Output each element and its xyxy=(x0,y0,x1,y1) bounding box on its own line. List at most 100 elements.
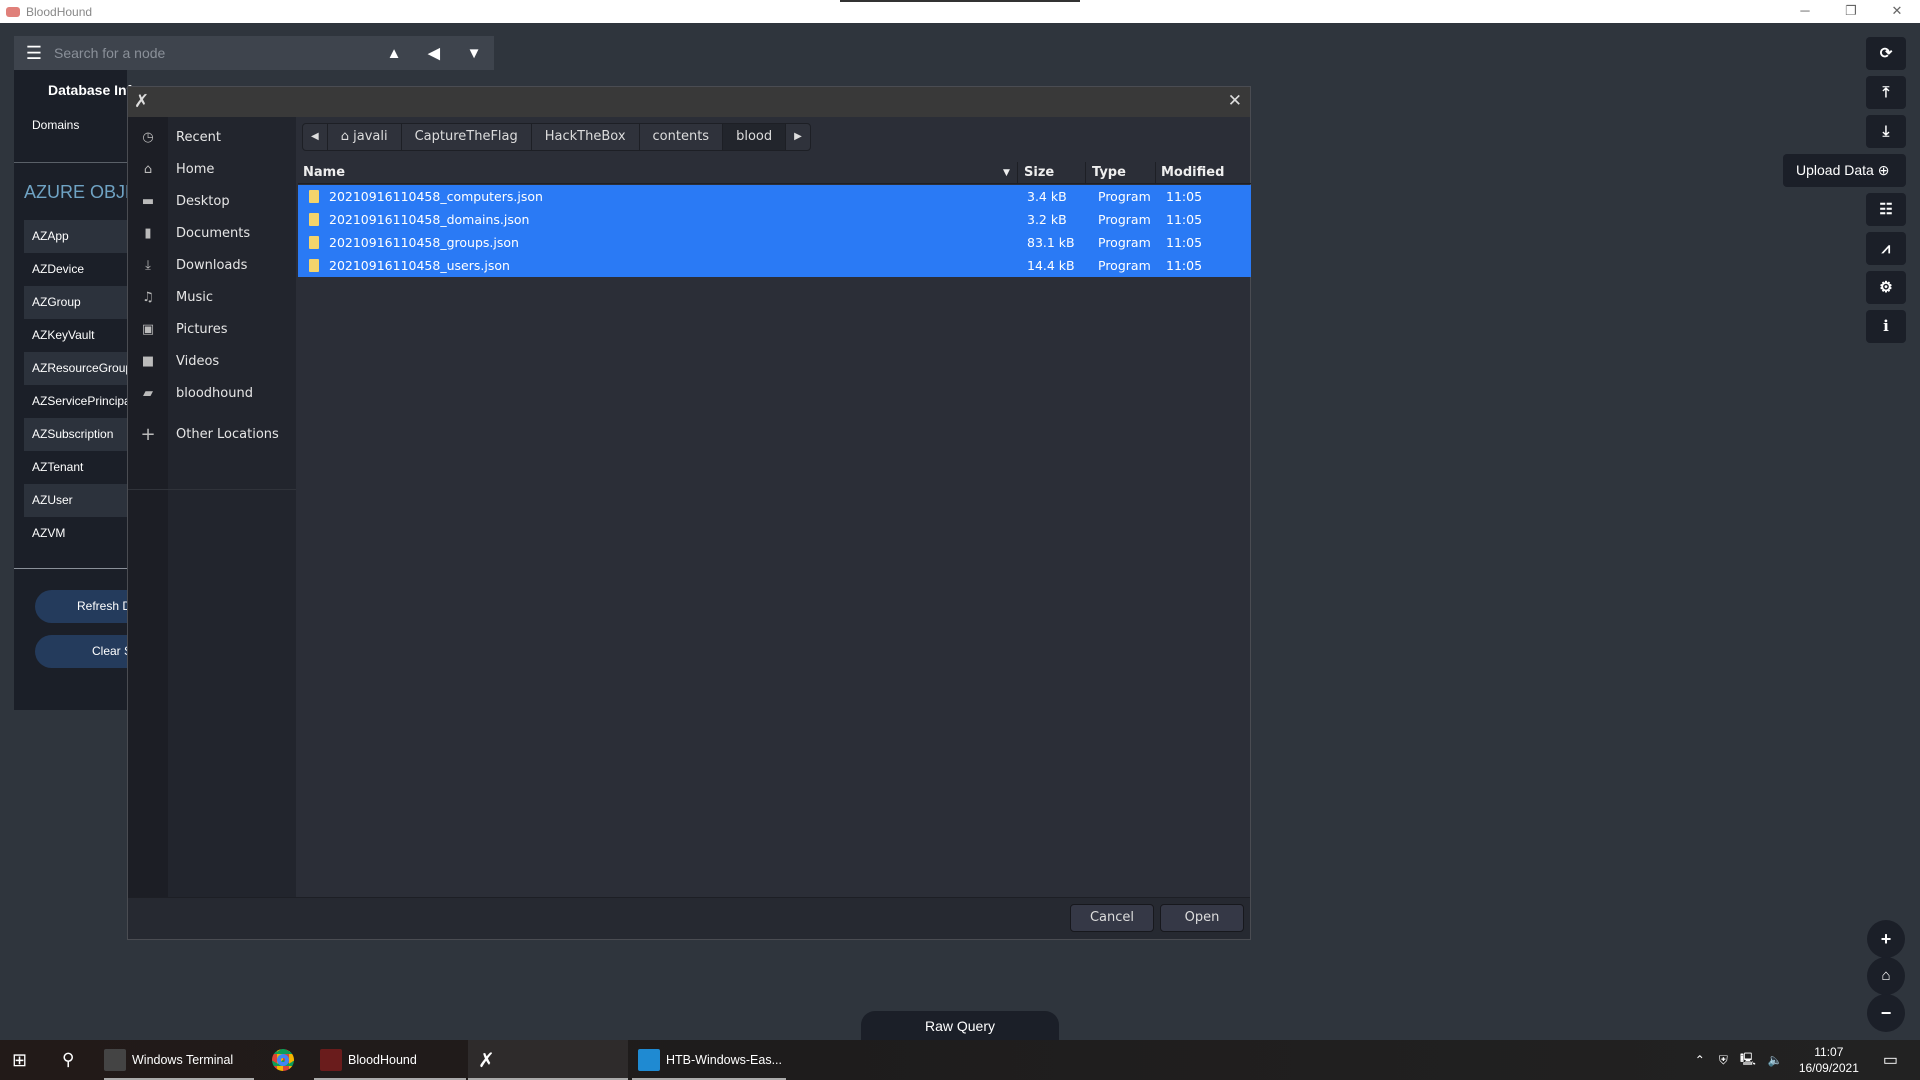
back-icon[interactable]: ◀ xyxy=(414,44,454,62)
file-size: 14.4 kB xyxy=(1027,258,1075,273)
download-icon[interactable]: ⤓ xyxy=(1866,115,1906,148)
path-segment-current[interactable]: blood xyxy=(723,124,787,150)
list-item: AZApp xyxy=(24,220,127,253)
queries-list-icon[interactable]: ☷ xyxy=(1866,193,1906,226)
taskbar: ⊞ ⚲ Windows Terminal BloodHound ✗ HTB-Wi… xyxy=(0,1040,1920,1080)
upload-data-tooltip: Upload Data ⊕ xyxy=(1783,154,1906,187)
domains-label: Domains xyxy=(32,118,80,132)
upload-icon[interactable]: ⤒ xyxy=(1866,76,1906,109)
file-row[interactable]: 20210916110458_groups.json 83.1 kB Program… xyxy=(298,231,1251,254)
folder-icon: ▰ xyxy=(143,385,153,401)
list-item: AZGroup xyxy=(24,286,127,319)
sort-descending-icon: ▼ xyxy=(1003,168,1010,178)
path-forward-icon[interactable]: ▶ xyxy=(786,124,810,150)
column-name[interactable]: Name xyxy=(303,165,345,180)
file-icon xyxy=(309,213,319,226)
bloodhound-icon xyxy=(320,1049,342,1071)
place-downloads[interactable]: ⤓ Downloads xyxy=(128,250,296,280)
cancel-button[interactable]: Cancel xyxy=(1070,904,1154,932)
filter-icon[interactable]: ▼ xyxy=(454,45,494,62)
search-icon[interactable]: ⚲ xyxy=(62,1040,74,1080)
path-segment[interactable]: HackTheBox xyxy=(532,124,640,150)
path-segment-home[interactable]: ⌂ javali xyxy=(326,124,402,150)
taskbar-app-bloodhound[interactable]: BloodHound xyxy=(314,1040,466,1080)
file-modified: 11:05 xyxy=(1166,258,1203,273)
refresh-stats-button[interactable]: Refresh Database Stats xyxy=(35,590,135,623)
place-other-locations[interactable]: + Other Locations xyxy=(128,419,296,449)
column-modified[interactable]: Modified xyxy=(1161,165,1224,180)
security-shield-icon[interactable]: ⛨ xyxy=(1719,1053,1728,1068)
place-label: Recent xyxy=(176,129,221,145)
divider xyxy=(14,568,127,569)
place-bloodhound[interactable]: ▰ bloodhound xyxy=(128,378,296,408)
place-desktop[interactable]: ▬ Desktop xyxy=(128,186,296,216)
place-label: bloodhound xyxy=(176,385,253,401)
zoom-out-icon[interactable]: − xyxy=(1867,994,1905,1032)
volume-icon[interactable]: 🔈 xyxy=(1768,1053,1783,1067)
place-label: Downloads xyxy=(176,257,248,273)
hamburger-icon[interactable]: ☰ xyxy=(14,43,54,64)
home-icon: ⌂ xyxy=(340,129,349,144)
close-icon[interactable]: ✕ xyxy=(1228,91,1242,111)
close-window-button[interactable]: ✕ xyxy=(1874,0,1920,22)
file-modified: 11:05 xyxy=(1166,235,1203,250)
file-size: 3.2 kB xyxy=(1027,212,1067,227)
app-label: HTB-Windows-Eas... xyxy=(666,1053,782,1067)
path-segment[interactable]: CaptureTheFlag xyxy=(402,124,532,150)
chevron-up-icon[interactable]: ⌃ xyxy=(1695,1053,1705,1067)
time: 11:07 xyxy=(1814,1045,1844,1059)
place-label: Pictures xyxy=(176,321,228,337)
restore-button[interactable]: ❐ xyxy=(1828,0,1874,22)
vscode-icon xyxy=(638,1049,660,1071)
video-camera-icon: ■ xyxy=(141,353,155,369)
list-item: AZDevice xyxy=(32,262,85,276)
window-title: BloodHound xyxy=(26,4,93,19)
settings-gears-icon[interactable]: ⚙ xyxy=(1866,271,1906,304)
raw-query-button[interactable]: Raw Query xyxy=(861,1011,1059,1043)
clock[interactable]: 11:07 16/09/2021 xyxy=(1799,1044,1859,1076)
file-icon xyxy=(309,259,319,272)
clear-sessions-button[interactable]: Clear Sessions xyxy=(35,635,135,668)
place-videos[interactable]: ■ Videos xyxy=(128,346,296,376)
place-music[interactable]: ♫ Music xyxy=(128,282,296,312)
minimize-button[interactable]: ─ xyxy=(1782,0,1828,22)
taskbar-app-terminal[interactable]: Windows Terminal xyxy=(104,1040,254,1080)
file-row[interactable]: 20210916110458_users.json 14.4 kB Program 1… xyxy=(298,254,1251,277)
taskbar-app-x[interactable]: ✗ xyxy=(468,1040,628,1080)
place-label: Music xyxy=(176,289,213,305)
music-icon: ♫ xyxy=(142,289,154,305)
file-name: 20210916110458_computers.json xyxy=(329,189,543,204)
pathfinding-icon[interactable]: ▲ xyxy=(374,45,414,62)
file-icon xyxy=(309,236,319,249)
path-back-icon[interactable]: ◀ xyxy=(303,124,327,150)
path-segment[interactable]: contents xyxy=(640,124,724,150)
list-item: AZKeyVault xyxy=(32,328,95,342)
info-icon[interactable]: i xyxy=(1866,310,1906,343)
refresh-icon[interactable]: ⟳ xyxy=(1866,37,1906,70)
file-row[interactable]: 20210916110458_computers.json 3.4 kB Progr… xyxy=(298,185,1251,208)
place-documents[interactable]: ▮ Documents xyxy=(128,218,296,248)
search-input[interactable] xyxy=(54,45,374,61)
place-label: Documents xyxy=(176,225,251,241)
file-row[interactable]: 20210916110458_domains.json 3.2 kB Program… xyxy=(298,208,1251,231)
place-pictures[interactable]: ▣ Pictures xyxy=(128,314,296,344)
windows-start-icon[interactable]: ⊞ xyxy=(12,1040,27,1080)
dialog-actions: Cancel Open xyxy=(128,897,1250,939)
search-bar: ☰ ▲ ◀ ▼ xyxy=(14,36,494,70)
place-recent[interactable]: ◷ Recent xyxy=(128,122,296,152)
network-icon[interactable]: 🖳 xyxy=(1740,1050,1756,1071)
place-home[interactable]: ⌂ Home xyxy=(128,154,296,184)
column-type[interactable]: Type xyxy=(1092,165,1126,180)
chrome-icon xyxy=(272,1049,294,1071)
taskbar-app-vscode[interactable]: HTB-Windows-Eas... xyxy=(632,1040,786,1080)
taskbar-app-chrome[interactable] xyxy=(272,1040,300,1080)
zoom-in-icon[interactable]: + xyxy=(1867,920,1905,958)
path-label: javali xyxy=(353,129,388,144)
home-icon[interactable]: ⌂ xyxy=(1867,957,1905,995)
chart-icon[interactable]: ⩘ xyxy=(1866,232,1906,265)
focus-indicator xyxy=(840,0,1080,2)
notification-icon[interactable]: ▭ xyxy=(1883,1050,1898,1070)
open-button[interactable]: Open xyxy=(1160,904,1244,932)
column-size[interactable]: Size xyxy=(1024,165,1054,180)
title-bar: BloodHound ─ ❐ ✕ xyxy=(0,0,1920,23)
